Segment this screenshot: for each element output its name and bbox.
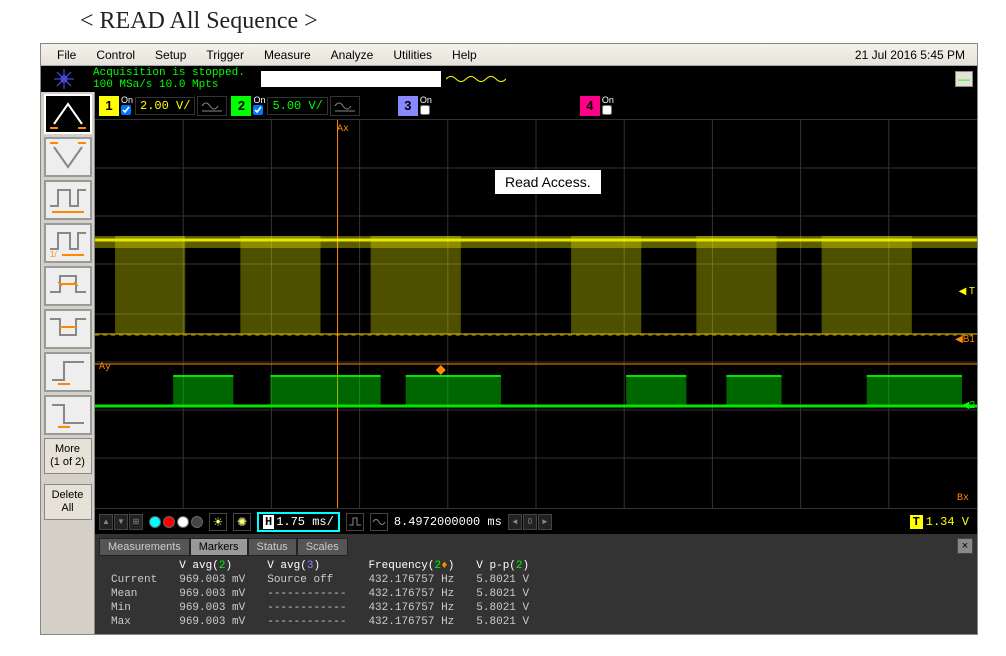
ctl-zoom-out[interactable]: ▼ (114, 514, 128, 530)
tab-status[interactable]: Status (248, 538, 297, 556)
menu-trigger[interactable]: Trigger (196, 46, 254, 64)
zoom-mode-icon[interactable] (346, 513, 364, 531)
nav-next[interactable]: ► (538, 514, 552, 530)
delete-all-button[interactable]: DeleteAll (44, 484, 92, 520)
waveform-display[interactable]: Read Access. Ax Ay Bx ◀ T ◀B1 ◀2 (95, 120, 977, 508)
nav-prev[interactable]: ◄ (508, 514, 522, 530)
channel-4[interactable]: 4 On (580, 95, 614, 117)
menu-measure[interactable]: Measure (254, 46, 321, 64)
color-dot-red[interactable] (163, 516, 175, 528)
channel-1[interactable]: 1 On 2.00 V/ (99, 95, 227, 117)
ctl-grid-icon[interactable]: ⊞ (129, 514, 143, 530)
meas-hdr-vavg3: V avg(3) (257, 560, 356, 572)
status-bar: Acquisition is stopped.100 MSa/s 10.0 Mp… (41, 66, 977, 92)
measurement-tabs: Measurements Markers Status Scales (99, 538, 957, 556)
channel-2-enable[interactable] (253, 105, 263, 115)
memory-bar[interactable] (261, 71, 511, 87)
tool-width-pos[interactable] (44, 266, 92, 306)
agilent-logo-icon (41, 66, 87, 92)
meas-hdr-freq: Frequency(2♦) (358, 560, 464, 572)
nav-zero[interactable]: 0 (523, 514, 537, 530)
channel-3-label: 3 (398, 96, 418, 116)
marker-bx: Bx (957, 493, 969, 504)
trigger-marker: ◀ T (959, 286, 975, 297)
color-dot-gray[interactable] (191, 516, 203, 528)
menu-file[interactable]: File (47, 46, 86, 64)
tool-pulse-pos[interactable] (44, 180, 92, 220)
memory-bar-wave-icon (441, 71, 511, 87)
intensity-icon[interactable]: ☀ (209, 513, 227, 531)
measurement-table: V avg(2) V avg(3) Frequency(2♦) V p-p(2)… (99, 558, 541, 630)
timebase-scale[interactable]: H1.75 ms/ (257, 512, 340, 532)
channel-1-scale[interactable]: 2.00 V/ (135, 97, 195, 115)
tool-width-neg[interactable] (44, 309, 92, 349)
menu-utilities[interactable]: Utilities (383, 46, 442, 64)
menu-setup[interactable]: Setup (145, 46, 196, 64)
channel-4-label: 4 (580, 96, 600, 116)
color-dot-white[interactable] (177, 516, 189, 528)
more-button[interactable]: More(1 of 2) (44, 438, 92, 474)
tool-rise-slope[interactable] (44, 94, 92, 134)
channel-3[interactable]: 3 On (398, 95, 432, 117)
persistence-icon[interactable]: ✺ (233, 513, 251, 531)
tool-period[interactable]: 1/ (44, 223, 92, 263)
page-title: < READ All Sequence > (0, 0, 1006, 43)
menu-control[interactable]: Control (86, 46, 145, 64)
tab-scales[interactable]: Scales (297, 538, 348, 556)
channel-2[interactable]: 2 On 5.00 V/ (231, 95, 359, 117)
ch2-gnd-marker: ◀2 (962, 400, 975, 411)
channel-2-coupling-icon[interactable] (330, 96, 360, 116)
menu-analyze[interactable]: Analyze (321, 46, 384, 64)
channel-2-scale[interactable]: 5.00 V/ (267, 97, 327, 115)
control-bar: ▲ ▼ ⊞ ☀ ✺ H1.75 ms/ 8.4972000000 ms (95, 508, 977, 534)
channel-1-label: 1 (99, 96, 119, 116)
panel-close-button[interactable]: × (957, 538, 973, 554)
channel-4-enable[interactable] (602, 105, 612, 115)
tab-measurements[interactable]: Measurements (99, 538, 190, 556)
trigger-level[interactable]: T1.34 V (906, 514, 973, 530)
channel-bar: 1 On 2.00 V/ 2 On 5.00 V/ 3 On (95, 92, 977, 120)
annotation-label: Read Access. (495, 170, 601, 194)
channel-2-label: 2 (231, 96, 251, 116)
ctl-zoom-in[interactable]: ▲ (99, 514, 113, 530)
scope-window: File Control Setup Trigger Measure Analy… (40, 43, 978, 635)
meas-hdr-vavg2: V avg(2) (169, 560, 255, 572)
tab-markers[interactable]: Markers (190, 538, 248, 556)
channel-1-enable[interactable] (121, 105, 131, 115)
datetime: 21 Jul 2016 5:45 PM (849, 46, 971, 64)
marker-ax: Ax (337, 124, 349, 135)
menu-help[interactable]: Help (442, 46, 487, 64)
delay-value[interactable]: 8.4972000000 ms (394, 515, 502, 529)
channel-1-coupling-icon[interactable] (197, 96, 227, 116)
menubar: File Control Setup Trigger Measure Analy… (41, 44, 977, 66)
channel-3-enable[interactable] (420, 105, 430, 115)
marker-ay: Ay (99, 362, 111, 373)
tool-pulse-fall[interactable] (44, 395, 92, 435)
acquisition-status: Acquisition is stopped.100 MSa/s 10.0 Mp… (87, 66, 251, 92)
minimize-button[interactable]: — (955, 71, 973, 87)
measurement-panel: × Measurements Markers Status Scales V a… (95, 534, 977, 634)
tool-fall-slope[interactable] (44, 137, 92, 177)
svg-text:1/: 1/ (50, 250, 57, 259)
tool-pulse-rise[interactable] (44, 352, 92, 392)
tool-sidebar: 1/ More(1 of 2) DeleteAll (41, 92, 95, 634)
roll-mode-icon[interactable] (370, 513, 388, 531)
color-dot-cyan[interactable] (149, 516, 161, 528)
marker-b1: ◀B1 (955, 334, 975, 345)
meas-hdr-vpp: V p-p(2) (466, 560, 539, 572)
